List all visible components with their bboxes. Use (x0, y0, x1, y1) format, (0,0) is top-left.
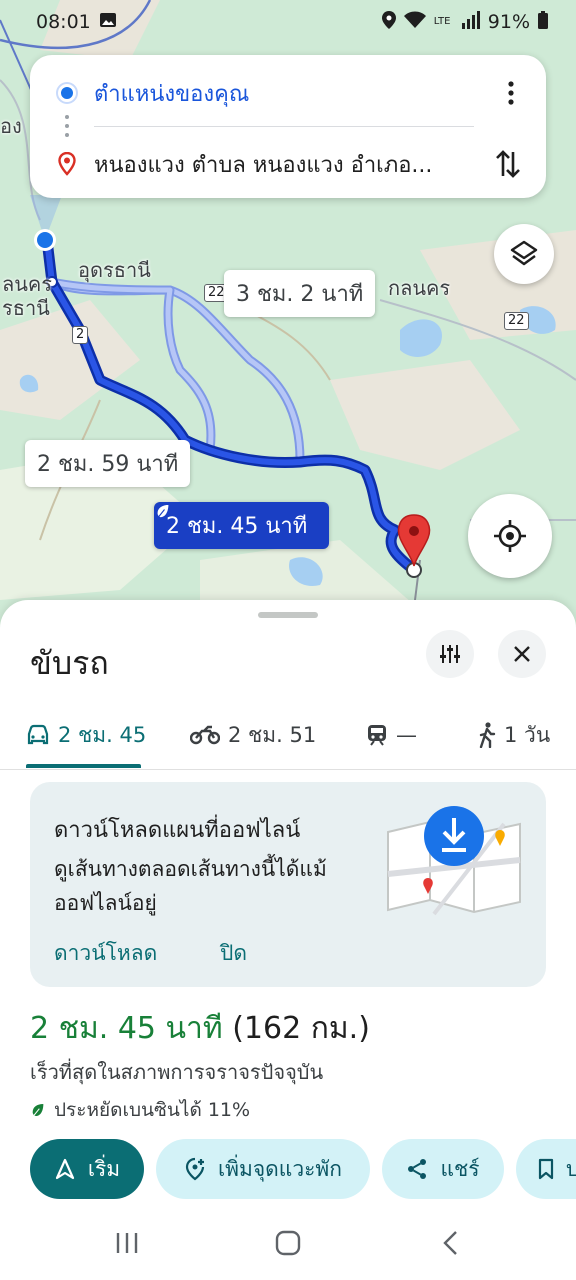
recents-button[interactable] (114, 1230, 140, 1260)
train-icon (368, 725, 386, 746)
tab-drive-label: 2 ชม. 45 (58, 722, 147, 747)
more-vert-icon (508, 81, 514, 105)
offline-card-title: ดาวน์โหลดแผนที่ออฟไลน์ (54, 818, 301, 843)
start-button[interactable]: เริ่ม (30, 1139, 144, 1199)
bookmark-icon (538, 1158, 554, 1180)
more-options-button[interactable] (496, 73, 526, 113)
battery-icon (538, 10, 548, 34)
route-duration: 2 ชม. 45 นาที (30, 1011, 223, 1046)
motorcycle-icon (190, 725, 220, 745)
navigation-arrow-icon (55, 1158, 74, 1180)
close-button[interactable] (498, 630, 546, 678)
road-shield: 2 (72, 326, 89, 344)
map-label-city-right: กลนคร (388, 276, 451, 300)
active-tab-indicator (26, 764, 141, 768)
route-summary: 2 ชม. 45 นาที (162 กม.) (30, 1005, 370, 1052)
close-icon (514, 646, 530, 662)
offline-map-card: ดาวน์โหลดแผนที่ออฟไลน์ ดูเส้นทางตลอดเส้น… (30, 782, 546, 987)
map-label-top-left: อง (0, 114, 22, 138)
map-label-udon: อุดรธานี (78, 258, 151, 282)
start-button-label: เริ่ม (87, 1156, 121, 1181)
swap-button[interactable] (490, 141, 526, 187)
travel-mode-tabs: 2 ชม. 45 2 ชม. 51 — 1 วัน (0, 700, 576, 770)
destination-pin-icon (58, 152, 76, 176)
home-icon (275, 1230, 301, 1256)
offline-map-illustration (384, 804, 524, 919)
download-button[interactable]: ดาวน์โหลด (54, 937, 157, 970)
layers-button[interactable] (494, 224, 554, 284)
origin-dot-icon (58, 84, 76, 102)
directions-sheet: ขับรถ 2 ชม. 45 2 ชม. 51 — 1 วัน ดาวน์โหล… (0, 600, 576, 1280)
system-nav-bar (0, 1210, 576, 1280)
route-distance: (162 กม.) (232, 1011, 370, 1046)
route-options-button[interactable] (426, 630, 474, 678)
tab-motorcycle[interactable]: 2 ชม. 51 (190, 700, 316, 770)
tab-transit[interactable]: — (366, 700, 417, 770)
back-icon (443, 1231, 457, 1255)
map-label-city-left-2: รธานี (2, 296, 50, 320)
network-type: LTE (433, 16, 451, 27)
road-shield: 22 (504, 312, 529, 330)
tab-drive[interactable]: 2 ชม. 45 (26, 700, 146, 770)
tab-walk-label: 1 วัน (504, 722, 551, 747)
tab-motorcycle-label: 2 ชม. 51 (228, 722, 317, 747)
crosshair-icon (494, 520, 526, 552)
share-label: แชร์ (440, 1156, 480, 1181)
route-time-primary[interactable]: 2 ชม. 45 นาที (154, 502, 330, 549)
back-button[interactable] (438, 1230, 464, 1260)
walk-icon (479, 722, 496, 748)
add-stop-button[interactable]: เพิ่มจุดแวะพัก (156, 1139, 370, 1199)
route-time-alt-1[interactable]: 3 ชม. 2 นาที (224, 270, 376, 317)
fuel-savings-label: ประหยัดเบนซินได้ 11% (54, 1099, 251, 1121)
gallery-notification-icon (99, 11, 117, 33)
car-icon (27, 724, 49, 745)
drag-handle[interactable] (258, 612, 318, 618)
status-bar: 08:01 LTE 91% (0, 0, 576, 44)
signal-icon (461, 10, 480, 34)
home-button[interactable] (275, 1230, 301, 1260)
tab-transit-label: — (396, 723, 417, 747)
offline-card-body: ดูเส้นทางตลอดเส้นทางนี้ได้แม้ออฟไลน์อยู่ (54, 857, 327, 915)
tab-walk[interactable]: 1 วัน (478, 700, 550, 770)
leaf-icon (32, 1104, 44, 1116)
route-time-primary-label: 2 ชม. 45 นาที (166, 514, 308, 539)
recents-icon (116, 1233, 138, 1253)
route-dots (65, 115, 69, 137)
my-location-button[interactable] (468, 494, 552, 578)
dismiss-button[interactable]: ปิด (220, 937, 247, 970)
save-label: บ (566, 1156, 576, 1181)
origin-field[interactable]: ตำแหน่งของคุณ (94, 76, 496, 111)
add-stop-label: เพิ่มจุดแวะพัก (218, 1156, 342, 1181)
layers-icon (510, 240, 538, 266)
swap-vert-icon (496, 150, 520, 178)
share-icon (408, 1159, 427, 1179)
route-description: เร็วที่สุดในสภาพการจราจรปัจจุบัน (30, 1060, 324, 1084)
save-button[interactable]: บ (516, 1139, 576, 1199)
route-time-alt-2[interactable]: 2 ชม. 59 นาที (25, 440, 191, 487)
divider (94, 126, 474, 127)
status-time: 08:01 (36, 11, 91, 33)
battery-level: 91% (487, 11, 530, 33)
location-icon (381, 10, 396, 34)
directions-card: ตำแหน่งของคุณ หนองแวง ตำบล หนองแวง อำเภอ… (30, 55, 546, 198)
share-button[interactable]: แชร์ (382, 1139, 504, 1199)
action-chips: เริ่ม เพิ่มจุดแวะพัก แชร์ บ (30, 1139, 576, 1199)
wifi-icon (403, 11, 426, 34)
tune-icon (440, 645, 460, 663)
sheet-title: ขับรถ (30, 644, 109, 682)
destination-field[interactable]: หนองแวง ตำบล หนองแวง อำเภอ... (94, 147, 490, 182)
fuel-savings: ประหยัดเบนซินได้ 11% (30, 1095, 250, 1125)
add-location-icon (185, 1157, 205, 1181)
